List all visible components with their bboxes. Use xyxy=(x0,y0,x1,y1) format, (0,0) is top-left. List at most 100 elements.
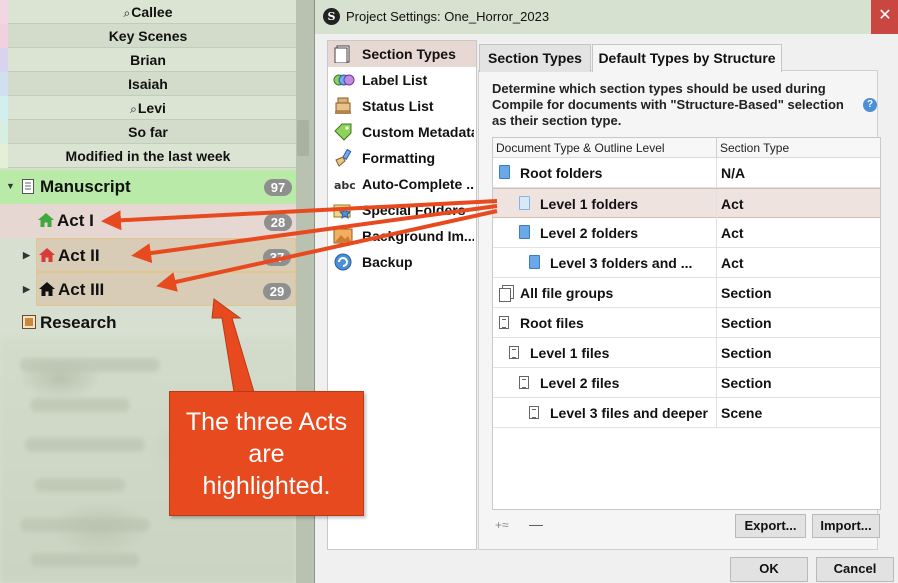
screen: ⌕Callee Key Scenes Brian Isaiah ⌕Levi So far M… xyxy=(0,0,898,583)
scrivener-app-icon: S xyxy=(323,8,340,25)
column-header-section-type[interactable]: Section Type xyxy=(720,141,789,155)
table-row[interactable]: Level 1 folders Act xyxy=(493,188,880,219)
formatting-icon xyxy=(335,149,352,167)
collection-item[interactable]: So far xyxy=(0,120,296,144)
column-header-document-type[interactable]: Document Type & Outline Level xyxy=(496,141,665,155)
settings-category-label: Special Folders xyxy=(362,202,466,218)
table-header: Document Type & Outline Level Section Ty… xyxy=(493,138,880,158)
section-type-cell[interactable]: Scene xyxy=(721,405,762,421)
collection-label: So far xyxy=(128,124,168,140)
disclosure-right-icon[interactable]: ▶ xyxy=(23,284,30,295)
binder-item-manuscript[interactable]: ▼ Manuscript 97 xyxy=(0,170,296,204)
section-type-cell[interactable]: Section xyxy=(721,285,772,301)
folder-icon xyxy=(529,255,540,269)
section-type-cell[interactable]: N/A xyxy=(721,165,745,181)
help-icon[interactable]: ? xyxy=(863,98,877,112)
binder-item-act[interactable]: ▶ Act II 37 xyxy=(23,238,296,272)
table-row[interactable]: Level 3 files and deeper Scene xyxy=(493,398,880,428)
document-type-cell: Level 2 folders xyxy=(540,225,639,241)
search-collection-icon: ⌕ xyxy=(130,102,137,116)
section-type-cell[interactable]: Act xyxy=(721,225,744,241)
description-text: Determine which section types should be … xyxy=(492,81,844,128)
collection-item[interactable]: ⌕Levi xyxy=(0,96,296,120)
file-icon xyxy=(499,316,509,329)
section-type-cell[interactable]: Section xyxy=(721,375,772,391)
section-type-cell[interactable]: Section xyxy=(721,315,772,331)
section-type-cell[interactable]: Act xyxy=(721,196,744,212)
collection-color-strip xyxy=(0,48,8,72)
settings-category-label: Label List xyxy=(362,72,428,88)
act-count-badge: 28 xyxy=(264,214,292,231)
section-type-cell[interactable]: Act xyxy=(721,255,744,271)
file-group-icon xyxy=(499,285,514,302)
import-button[interactable]: Import... xyxy=(812,514,880,538)
settings-category-label: Auto-Complete ... xyxy=(362,176,474,192)
collection-item[interactable]: Brian xyxy=(0,48,296,72)
export-button[interactable]: Export... xyxy=(735,514,806,538)
document-type-cell: Level 3 files and deeper xyxy=(550,405,708,421)
file-icon xyxy=(509,346,519,359)
settings-category-item[interactable]: Backup xyxy=(328,249,476,275)
background-image-icon xyxy=(333,228,353,244)
document-type-cell: All file groups xyxy=(520,285,614,301)
settings-category-item[interactable]: Section Types xyxy=(328,41,476,67)
file-icon xyxy=(519,376,529,389)
document-type-cell: Root files xyxy=(520,315,584,331)
disclosure-right-icon[interactable]: ▶ xyxy=(23,250,30,261)
svg-text:abc: abc xyxy=(334,179,355,192)
add-button[interactable]: +≈ xyxy=(495,518,509,532)
document-type-cell: Root folders xyxy=(520,165,603,181)
special-folders-icon xyxy=(333,204,352,219)
collection-color-strip xyxy=(0,120,8,144)
collection-color-strip xyxy=(0,0,8,24)
settings-category-label: Custom Metadata xyxy=(362,124,474,140)
binder-item-research[interactable]: Research xyxy=(0,306,296,340)
folder-icon xyxy=(519,196,530,210)
tab-default-types-by-structure[interactable]: Default Types by Structure xyxy=(592,44,782,72)
settings-category-item[interactable]: Status List xyxy=(328,93,476,119)
binder-scrollbar-thumb[interactable] xyxy=(297,120,309,156)
settings-category-label: Background Im... xyxy=(362,228,474,244)
collection-label: Key Scenes xyxy=(108,28,188,44)
act-house-icon xyxy=(39,282,55,296)
settings-category-item[interactable]: Special Folders xyxy=(328,197,476,223)
act-label: Act I xyxy=(57,211,94,230)
search-collection-icon: ⌕ xyxy=(123,6,131,20)
collection-color-strip xyxy=(0,72,8,96)
table-row[interactable]: All file groups Section xyxy=(493,278,880,308)
research-folder-icon xyxy=(22,315,36,329)
table-row[interactable]: Root folders N/A xyxy=(493,158,880,188)
table-row[interactable]: Root files Section xyxy=(493,308,880,338)
act-house-icon xyxy=(38,213,54,227)
file-icon xyxy=(529,406,539,419)
collection-item[interactable]: ⌕Callee xyxy=(0,0,296,24)
remove-button[interactable]: — xyxy=(529,516,543,532)
binder-item-act[interactable]: ▶ Act III 29 xyxy=(23,272,296,306)
research-label: Research xyxy=(40,313,117,332)
collection-item[interactable]: Modified in the last week xyxy=(0,144,296,168)
settings-category-item[interactable]: abc Auto-Complete ... xyxy=(328,171,476,197)
settings-category-item[interactable]: Background Im... xyxy=(328,223,476,249)
collection-color-strip xyxy=(0,144,8,168)
tab-section-types[interactable]: Section Types xyxy=(479,44,591,72)
close-button[interactable]: ✕ xyxy=(871,0,898,34)
callout-line-2: are xyxy=(248,440,285,468)
disclosure-down-icon[interactable]: ▼ xyxy=(6,181,15,191)
binder-item-act[interactable]: Act I 28 xyxy=(0,204,296,238)
section-type-cell[interactable]: Section xyxy=(721,345,772,361)
backup-icon xyxy=(334,253,352,271)
table-row[interactable]: Level 2 folders Act xyxy=(493,218,880,248)
cancel-button[interactable]: Cancel xyxy=(816,557,894,582)
settings-category-label: Backup xyxy=(362,254,413,270)
ok-button[interactable]: OK xyxy=(730,557,808,582)
document-type-cell: Level 2 files xyxy=(540,375,620,391)
settings-category-label: Section Types xyxy=(362,46,456,62)
settings-category-item[interactable]: Formatting xyxy=(328,145,476,171)
table-row[interactable]: Level 1 files Section xyxy=(493,338,880,368)
collection-item[interactable]: Isaiah xyxy=(0,72,296,96)
table-row[interactable]: Level 3 folders and ... Act xyxy=(493,248,880,278)
settings-category-item[interactable]: Custom Metadata xyxy=(328,119,476,145)
collection-item[interactable]: Key Scenes xyxy=(0,24,296,48)
table-row[interactable]: Level 2 files Section xyxy=(493,368,880,398)
settings-category-item[interactable]: Label List xyxy=(328,67,476,93)
